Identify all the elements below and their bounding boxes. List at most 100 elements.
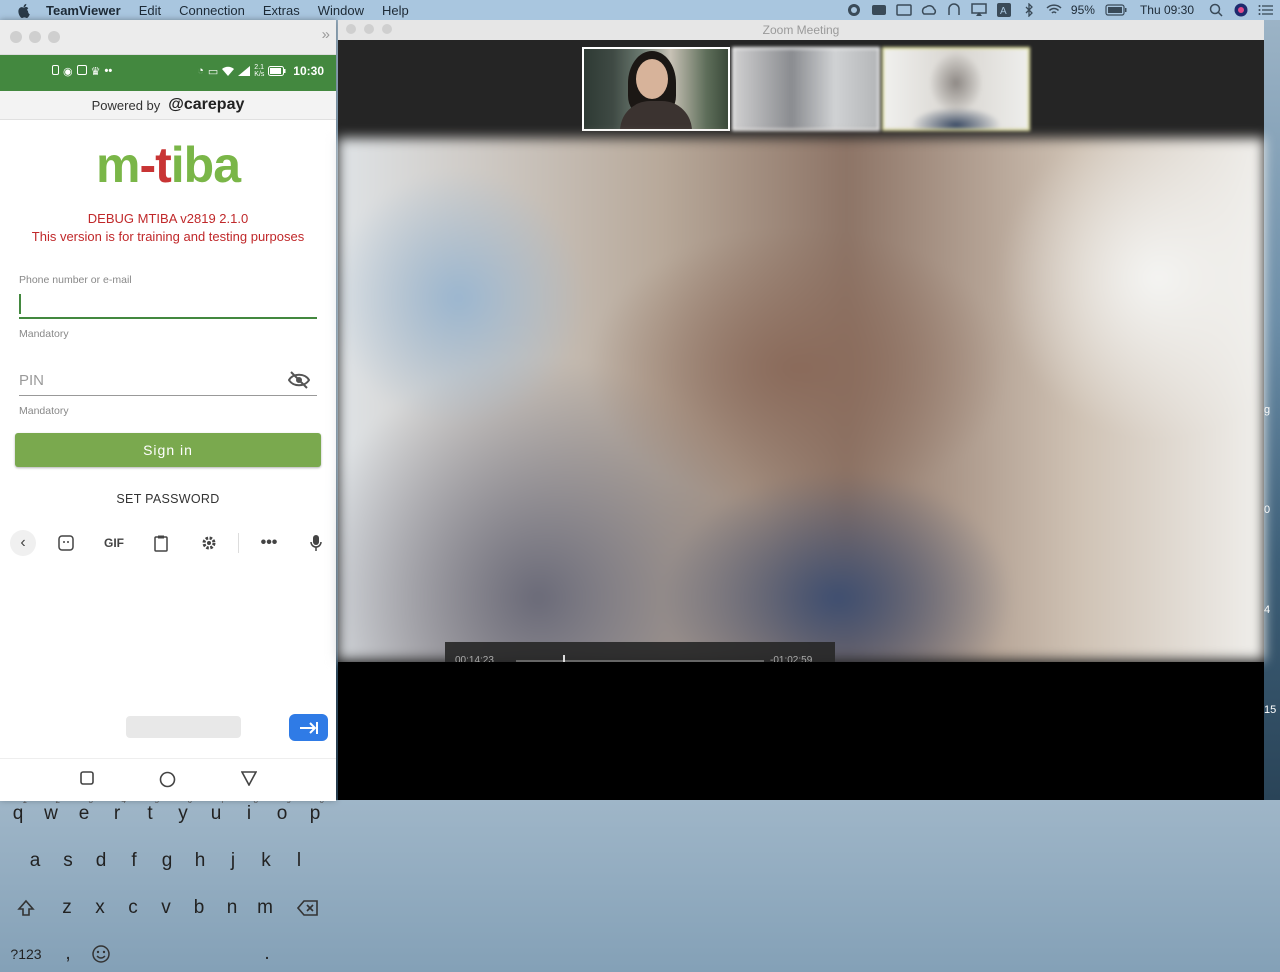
close-window-button[interactable] — [10, 31, 22, 43]
teamviewer-titlebar[interactable]: » — [0, 20, 336, 55]
desktop-edge-text: 15 — [1264, 704, 1277, 716]
key[interactable]: 9o — [267, 796, 297, 832]
more-options-icon[interactable]: ••• — [259, 533, 279, 553]
comma-key[interactable]: , — [53, 936, 83, 972]
expand-chevron-icon[interactable]: » — [322, 26, 330, 43]
spotlight-search-icon[interactable] — [1208, 3, 1224, 17]
set-password-link[interactable]: SET PASSWORD — [0, 492, 336, 506]
airplay-icon[interactable] — [971, 3, 987, 17]
menu-help[interactable]: Help — [382, 3, 409, 18]
participant-thumbnail[interactable] — [582, 47, 730, 131]
key[interactable]: g — [152, 843, 182, 879]
key[interactable]: 7u — [201, 796, 231, 832]
key[interactable]: 4r — [102, 796, 132, 832]
zoom-maximize-button[interactable] — [382, 24, 392, 34]
pin-field[interactable]: PIN — [19, 372, 44, 389]
desktop-edge-text: 4 — [1264, 604, 1271, 616]
back-button-icon[interactable] — [240, 771, 258, 791]
phone-field-helper: Mandatory — [19, 328, 69, 340]
android-nav-bar — [0, 758, 336, 801]
key[interactable]: n — [217, 890, 247, 926]
home-button-icon[interactable] — [159, 771, 176, 793]
menu-clock[interactable]: Thu 09:30 — [1140, 3, 1194, 17]
key[interactable]: a — [20, 843, 50, 879]
key[interactable]: d — [86, 843, 116, 879]
screen-share-icon[interactable] — [896, 3, 912, 17]
wifi-icon[interactable] — [1046, 3, 1062, 17]
zoom-close-button[interactable] — [346, 24, 356, 34]
screen-black-area — [338, 662, 1264, 800]
key[interactable]: m — [250, 890, 280, 926]
key[interactable]: k — [251, 843, 281, 879]
key[interactable]: 8i — [234, 796, 264, 832]
period-key[interactable]: . — [252, 936, 282, 972]
menu-app-name[interactable]: TeamViewer — [46, 3, 121, 18]
svg-text:A: A — [1000, 6, 1007, 17]
more-notifications-icon: •• — [104, 65, 113, 77]
key[interactable]: 0p — [300, 796, 330, 832]
sticker-icon[interactable] — [56, 533, 76, 553]
key[interactable]: v — [151, 890, 181, 926]
bluetooth-icon[interactable] — [1021, 3, 1037, 17]
battery-icon[interactable] — [1105, 3, 1127, 17]
symbols-key[interactable]: ?123 — [6, 936, 46, 972]
cell-signal-icon — [238, 66, 251, 76]
settings-gear-icon[interactable] — [199, 533, 219, 553]
key[interactable]: 2w — [36, 796, 66, 832]
creative-cloud-icon[interactable] — [921, 3, 937, 17]
menu-window[interactable]: Window — [318, 3, 364, 18]
teamviewer-icon[interactable] — [946, 3, 962, 17]
record-icon[interactable] — [846, 3, 862, 17]
menu-edit[interactable]: Edit — [139, 3, 161, 18]
gif-button[interactable]: GIF — [103, 533, 125, 553]
active-speaker-thumbnail[interactable] — [882, 47, 1030, 131]
backspace-key-icon[interactable] — [293, 890, 323, 926]
zoom-video-icon[interactable] — [871, 3, 887, 17]
toggle-visibility-icon[interactable] — [287, 371, 311, 394]
key[interactable]: x — [85, 890, 115, 926]
shift-key-icon[interactable] — [11, 890, 41, 926]
zoom-window-button[interactable] — [48, 31, 60, 43]
main-video-feed[interactable] — [338, 138, 1264, 660]
next-key-icon[interactable] — [289, 714, 328, 741]
key[interactable]: l — [284, 843, 314, 879]
key[interactable]: f — [119, 843, 149, 879]
minimize-window-button[interactable] — [29, 31, 41, 43]
phone-email-field[interactable] — [19, 290, 317, 318]
key[interactable]: b — [184, 890, 214, 926]
desktop-edge-text: 0 — [1264, 504, 1271, 516]
emoji-key-icon[interactable] — [86, 936, 116, 972]
carepay-at-icon: @ — [168, 96, 184, 113]
back-chevron-icon[interactable]: ‹ — [10, 530, 36, 556]
key[interactable]: c — [118, 890, 148, 926]
space-key[interactable] — [126, 716, 241, 738]
app-notification-icon: ♛ — [90, 66, 101, 78]
system-status-icons: ◔ ▭ 2.1 K/s 10:30 — [197, 64, 324, 78]
key[interactable]: 5t — [135, 796, 165, 832]
input-source-icon[interactable]: A — [996, 3, 1012, 17]
net-speed: 2.1 K/s — [254, 64, 265, 78]
menu-extras[interactable]: Extras — [263, 3, 300, 18]
notification-center-icon[interactable] — [1258, 3, 1274, 17]
key[interactable]: z — [52, 890, 82, 926]
key[interactable]: j — [218, 843, 248, 879]
menu-connection[interactable]: Connection — [179, 3, 245, 18]
carepay-logo: @carepay — [168, 96, 245, 113]
key[interactable]: 6y — [168, 796, 198, 832]
apple-menu-icon[interactable] — [16, 2, 32, 18]
key[interactable]: 1q — [3, 796, 33, 832]
key[interactable]: s — [53, 843, 83, 879]
key[interactable]: h — [185, 843, 215, 879]
zoom-minimize-button[interactable] — [364, 24, 374, 34]
participant-thumbnail[interactable] — [732, 47, 880, 131]
powered-by-banner: Powered by @carepay — [0, 91, 336, 120]
phone-field-underline — [19, 317, 317, 319]
key[interactable]: 3e — [69, 796, 99, 832]
zoom-titlebar[interactable]: Zoom Meeting — [338, 20, 1264, 40]
sign-in-button[interactable]: Sign in — [15, 433, 321, 467]
microphone-icon[interactable] — [306, 533, 326, 553]
clipboard-icon[interactable] — [151, 533, 171, 553]
eye-notification-icon: ◉ — [63, 66, 73, 78]
siri-icon[interactable] — [1233, 3, 1249, 17]
recents-button-icon[interactable] — [80, 771, 94, 790]
